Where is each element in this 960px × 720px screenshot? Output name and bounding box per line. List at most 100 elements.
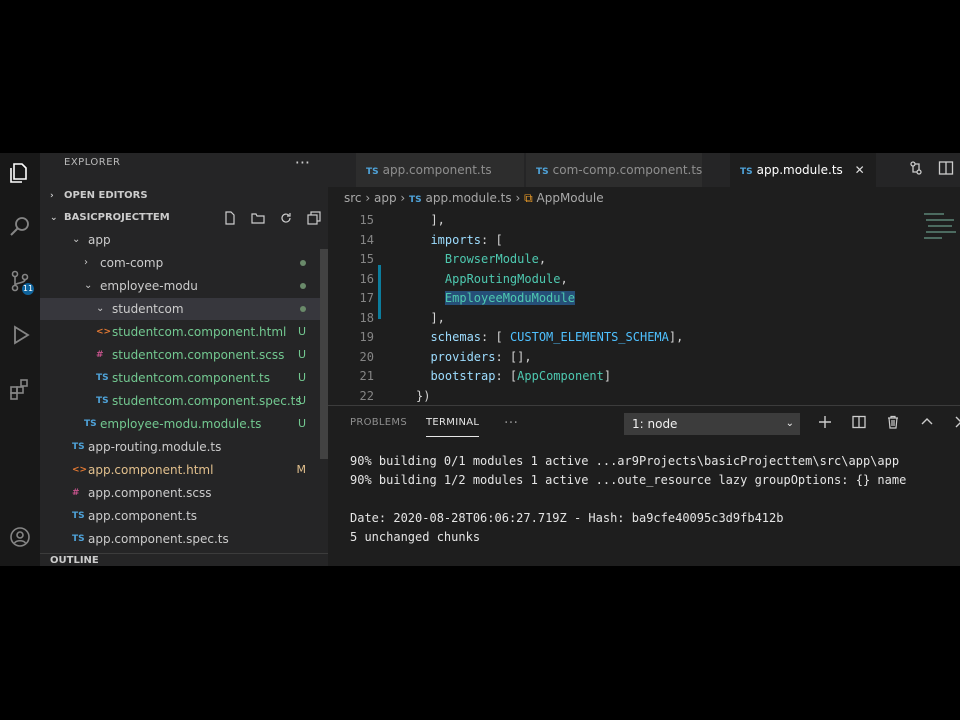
scm-badge: 11	[22, 283, 34, 295]
tree-file[interactable]: <> app.component.html M	[40, 459, 320, 481]
modified-dot-icon	[300, 306, 306, 312]
new-terminal-icon[interactable]	[816, 413, 834, 431]
breadcrumb-src[interactable]: src	[344, 191, 362, 205]
gutter-modified-marker	[378, 265, 381, 319]
code-token: })	[416, 388, 431, 403]
close-panel-icon[interactable]	[952, 413, 960, 431]
open-changes-icon[interactable]	[908, 160, 924, 180]
chevron-right-icon: ›	[50, 191, 54, 201]
tree-file[interactable]: <> studentcom.component.html U	[40, 321, 320, 343]
tab-terminal[interactable]: TERMINAL	[426, 406, 480, 437]
chevron-down-icon: ⌄	[96, 303, 105, 314]
terminal-line: Date: 2020-08-28T06:06:27.719Z - Hash: b…	[350, 511, 784, 525]
breadcrumb-file[interactable]: app.module.ts	[425, 191, 511, 205]
tree-file[interactable]: # studentcom.component.scss U	[40, 344, 320, 366]
tab-com-comp[interactable]: TS com-comp.component.ts	[526, 153, 702, 187]
tree-file[interactable]: TS employee-modu.module.ts U	[40, 413, 320, 435]
close-tab-icon[interactable]: ✕	[855, 163, 865, 177]
terminal-line: 90% building 1/2 modules 1 active ...out…	[350, 473, 907, 487]
code-token: AppComponent	[517, 369, 604, 383]
code-line: ],	[416, 311, 444, 325]
line-number: 15	[359, 252, 374, 266]
code-editor[interactable]: 15 ], 14 imports: [15 BrowserModule, 16 Ap…	[328, 209, 928, 405]
search-icon[interactable]	[6, 213, 34, 241]
run-debug-icon[interactable]	[6, 321, 34, 349]
sidebar-scrollbar[interactable]	[320, 249, 328, 459]
outline-section[interactable]: OUTLINE	[40, 553, 328, 566]
ts-file-icon: TS	[536, 167, 549, 177]
ts-file-icon: TS	[96, 373, 109, 383]
tree-file[interactable]: TS studentcom.component.spec.ts U	[40, 390, 320, 412]
extensions-icon[interactable]	[6, 375, 34, 403]
explorer-icon[interactable]	[6, 159, 34, 187]
code-line: })	[416, 389, 430, 403]
maximize-panel-icon[interactable]	[918, 413, 936, 431]
tree-item-label: app.component.ts	[88, 509, 198, 523]
ts-file-icon: TS	[72, 511, 85, 521]
tree-folder[interactable]: ⌄ app	[40, 229, 320, 251]
collapse-all-icon[interactable]	[306, 210, 322, 226]
tree-item-label: employee-modu	[100, 279, 198, 293]
split-editor-icon[interactable]	[938, 160, 954, 180]
more-actions-icon[interactable]: ···	[295, 153, 310, 172]
more-actions-icon[interactable]: ···	[504, 406, 518, 440]
tree-item-label: studentcom.component.scss	[112, 348, 285, 362]
refresh-icon[interactable]	[278, 210, 294, 226]
terminal-output[interactable]: 90% building 0/1 modules 1 active ...ar9…	[350, 452, 906, 547]
account-icon[interactable]	[6, 523, 34, 551]
code-token: imports	[430, 232, 482, 247]
code-line: EmployeeModuModule	[416, 291, 575, 305]
tree-folder[interactable]: ⌄ studentcom	[40, 298, 320, 320]
terminal-select[interactable]: 1: node ⌄	[624, 413, 800, 435]
sidebar-title: EXPLORER	[64, 157, 121, 168]
code-line: AppRoutingModule,	[416, 272, 568, 286]
tree-item-label: studentcom.component.html	[112, 325, 287, 339]
chevron-right-icon: ›	[400, 191, 410, 205]
project-label: BASICPROJECTTEM	[64, 212, 170, 223]
tab-app-component[interactable]: TS app.component.ts	[356, 153, 524, 187]
tree-file[interactable]: TS studentcom.component.ts U	[40, 367, 320, 389]
code-token: ],	[668, 330, 684, 344]
project-section[interactable]: ⌄ BASICPROJECTTEM	[40, 207, 328, 229]
terminal-select-value: 1: node	[632, 417, 678, 431]
bottom-panel: PROBLEMS TERMINAL ··· 1: node ⌄ 90% buil…	[328, 405, 960, 566]
tree-item-label: app.component.spec.ts	[88, 532, 229, 546]
tree-file[interactable]: TS app-routing.module.ts	[40, 436, 320, 458]
trash-icon[interactable]	[884, 413, 902, 431]
ts-file-icon: TS	[740, 167, 753, 177]
tree-folder[interactable]: › com-comp	[40, 252, 320, 274]
minimap[interactable]	[918, 209, 960, 405]
line-number: 16	[359, 271, 374, 286]
tree-file[interactable]: TS app.component.spec.ts	[40, 528, 320, 550]
vscode-window: 11 EXPLORER ··· › OPEN EDITORS ⌄ BASICPROJ…	[0, 153, 960, 566]
code-token: ,	[560, 271, 568, 286]
breadcrumb: src › app › TS app.module.ts › ⧉ AppModu…	[344, 187, 604, 209]
new-file-icon[interactable]	[222, 210, 238, 226]
source-control-icon[interactable]: 11	[6, 267, 34, 295]
ts-file-icon: TS	[72, 442, 85, 452]
tab-problems[interactable]: PROBLEMS	[350, 406, 407, 440]
tree-folder[interactable]: ⌄ employee-modu	[40, 275, 320, 297]
tab-app-module[interactable]: TS app.module.ts ✕	[730, 153, 876, 187]
scss-file-icon: #	[96, 350, 104, 360]
activity-bar: 11	[0, 153, 40, 566]
open-editors-label: OPEN EDITORS	[64, 190, 148, 201]
tree-file[interactable]: TS app.component.ts	[40, 505, 320, 527]
tree-file[interactable]: # app.component.scss	[40, 482, 320, 504]
breadcrumb-symbol[interactable]: AppModule	[537, 191, 604, 205]
breadcrumb-app[interactable]: app	[374, 191, 397, 205]
new-folder-icon[interactable]	[250, 210, 266, 226]
ts-file-icon: TS	[72, 534, 85, 544]
tree-item-label: app	[88, 233, 111, 247]
code-token: CUSTOM_ELEMENTS_SCHEMA	[509, 330, 669, 344]
split-terminal-icon[interactable]	[850, 413, 868, 431]
git-status-badge: U	[297, 417, 306, 430]
open-editors-section[interactable]: › OPEN EDITORS	[40, 185, 328, 207]
